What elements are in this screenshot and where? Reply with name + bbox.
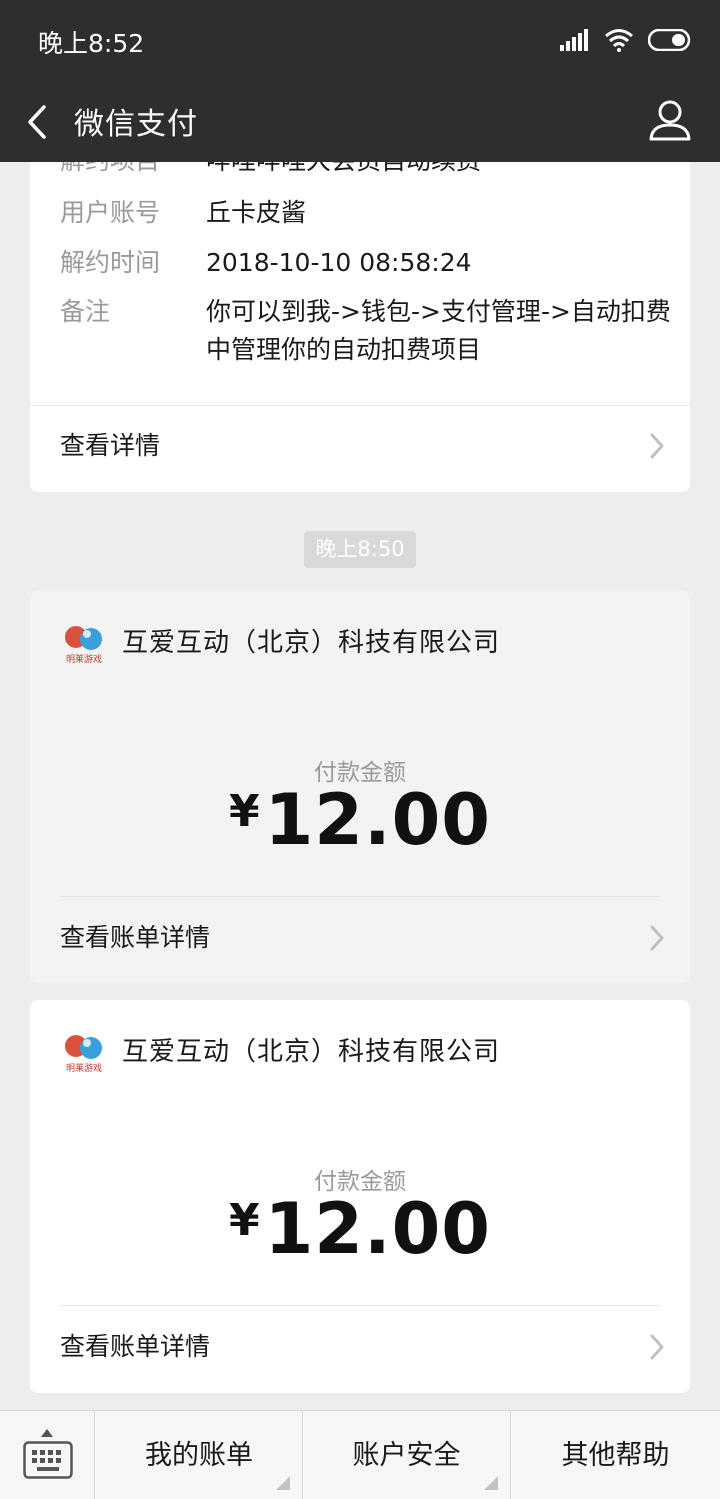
info-value: 丘卡皮酱 <box>206 198 307 227</box>
bottom-menu-bar: 我的账单 账户安全 其他帮助 <box>0 1410 720 1499</box>
menu-other-help[interactable]: 其他帮助 <box>511 1411 720 1499</box>
menu-account-security[interactable]: 账户安全 <box>303 1411 510 1499</box>
chevron-right-icon <box>650 1334 664 1360</box>
currency-symbol: ¥ <box>228 1195 261 1246</box>
back-arrow-icon[interactable] <box>22 102 52 142</box>
amount-value: 12.00 <box>264 1188 492 1270</box>
merchant-name: 互爱互动（北京）科技有限公司 <box>122 1037 501 1067</box>
user-icon[interactable] <box>648 98 692 142</box>
view-bill-details-label: 查看账单详情 <box>60 1332 211 1361</box>
info-value: 2018-10-10 08:58:24 <box>206 248 472 277</box>
battery-icon <box>648 29 692 51</box>
view-bill-details-link[interactable]: 查看账单详情 <box>60 1327 666 1367</box>
svg-text:明莱游戏: 明莱游戏 <box>66 1062 102 1074</box>
menu-label: 账户安全 <box>352 1440 461 1471</box>
view-bill-details-label: 查看账单详情 <box>60 923 211 952</box>
status-time: 晚上8:52 <box>38 29 145 58</box>
merchant-logo-icon: 明莱游戏 <box>65 1035 102 1074</box>
time-separator: 晚上8:50 <box>304 531 416 568</box>
submenu-indicator-icon <box>484 1476 498 1490</box>
divider <box>60 1305 660 1306</box>
payment-card[interactable]: 明莱游戏 互爱互动（北京）科技有限公司 付款金额 ¥12.00 查看账单详情 <box>30 1000 690 1393</box>
wifi-icon <box>604 28 634 52</box>
status-bar: 晚上8:52 <box>0 0 720 82</box>
menu-label: 我的账单 <box>145 1440 253 1471</box>
chevron-right-icon <box>650 925 664 951</box>
payment-amount: ¥12.00 <box>30 1188 690 1270</box>
chevron-up-icon <box>41 1429 53 1437</box>
amount-value: 12.00 <box>264 779 492 861</box>
view-details-link[interactable]: 查看详情 <box>60 426 666 466</box>
info-label: 解约时间 <box>60 248 161 277</box>
view-details-label: 查看详情 <box>60 431 161 460</box>
merchant-logo-icon: 明莱游戏 <box>65 626 102 665</box>
divider <box>30 405 690 406</box>
keyboard-icon <box>23 1441 73 1479</box>
menu-label: 其他帮助 <box>561 1440 670 1471</box>
chevron-right-icon <box>650 433 664 459</box>
nav-bar: 微信支付 <box>0 82 720 162</box>
payment-card[interactable]: 明莱游戏 互爱互动（北京）科技有限公司 付款金额 ¥12.00 查看账单详情 <box>30 591 690 983</box>
divider <box>60 896 660 897</box>
menu-my-bills[interactable]: 我的账单 <box>96 1411 302 1499</box>
signal-icon <box>560 29 590 51</box>
info-value: 你可以到我->钱包->支付管理->自动扣费中管理你的自动扣费项目 <box>206 297 671 364</box>
page-title: 微信支付 <box>74 107 198 142</box>
info-label: 用户账号 <box>60 198 161 227</box>
svg-text:明莱游戏: 明莱游戏 <box>66 653 102 665</box>
status-icons <box>560 26 692 54</box>
submenu-indicator-icon <box>276 1476 290 1490</box>
contract-cancellation-card: 解约项目 哔哩哔哩大会员自动续费 用户账号 丘卡皮酱 解约时间 2018-10-… <box>30 130 690 492</box>
payment-amount: ¥12.00 <box>30 779 690 861</box>
merchant-name: 互爱互动（北京）科技有限公司 <box>122 628 501 658</box>
view-bill-details-link[interactable]: 查看账单详情 <box>60 918 666 958</box>
info-label: 备注 <box>60 297 111 326</box>
currency-symbol: ¥ <box>228 786 261 837</box>
screen: 晚上8:52 微信支付 用户账号 丘卡皮酱 解约时间 2018-10-10 08… <box>0 0 720 1499</box>
keyboard-toggle-button[interactable] <box>0 1411 95 1499</box>
